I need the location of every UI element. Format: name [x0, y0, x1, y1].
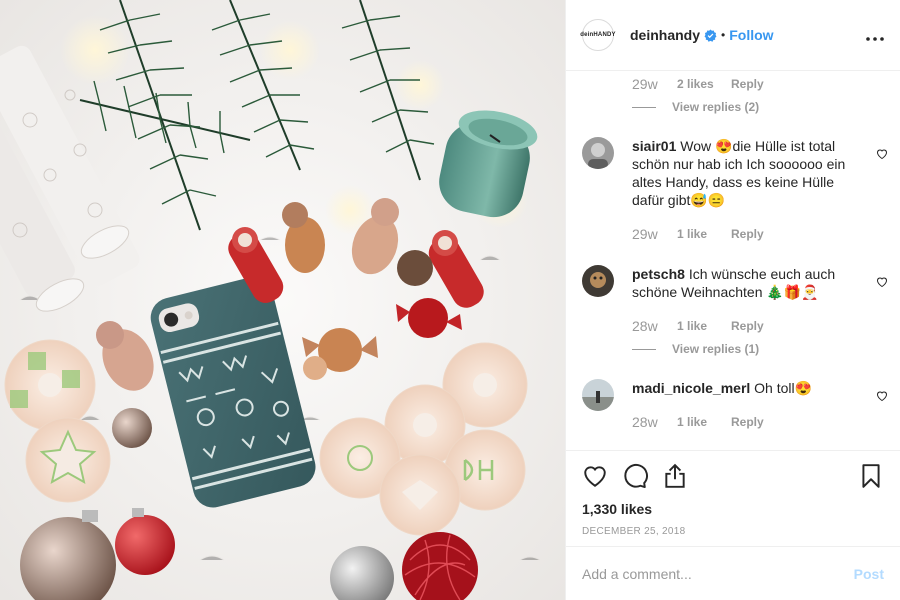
comment-likes[interactable]: 1 like	[677, 319, 731, 333]
comment-item: petsch8 Ich wünsche euch auch schöne Wei…	[582, 265, 888, 356]
comment-body: Oh toll😍	[754, 380, 813, 396]
share-icon[interactable]	[662, 463, 688, 489]
comment-like-heart-icon[interactable]	[876, 147, 888, 160]
reply-button[interactable]: Reply	[731, 415, 764, 429]
comment-text: petsch8 Ich wünsche euch auch schöne Wei…	[632, 265, 888, 301]
comment-meta: 28w 1 like Reply	[632, 414, 888, 430]
comments-list[interactable]: 29w 2 likes Reply View replies (2) siair…	[566, 72, 900, 449]
post-comment-button[interactable]: Post	[854, 566, 884, 582]
view-replies-button[interactable]: View replies (2)	[632, 100, 764, 114]
follow-button[interactable]: Follow	[729, 27, 773, 43]
comment-icon[interactable]	[622, 463, 648, 489]
comment-time[interactable]: 28w	[632, 414, 677, 430]
replies-divider	[632, 106, 656, 108]
view-replies-button[interactable]: View replies (1)	[632, 342, 888, 356]
comment-time[interactable]: 29w	[632, 76, 677, 92]
view-replies-label: View replies (1)	[672, 342, 760, 356]
avatar[interactable]	[582, 265, 614, 297]
post-header: deinHANDY deinhandy • Follow	[566, 0, 900, 71]
reply-button[interactable]: Reply	[731, 77, 764, 91]
action-icons	[566, 451, 900, 491]
heart-icon[interactable]	[582, 463, 608, 489]
comment-text: siair01 Wow 😍die Hülle ist total schön n…	[632, 137, 888, 209]
comment-likes[interactable]: 1 like	[677, 415, 731, 429]
comment-time[interactable]: 29w	[632, 226, 677, 242]
view-replies-label: View replies (2)	[672, 100, 760, 114]
comment-meta: 28w 1 like Reply	[632, 318, 888, 334]
comment-text: madi_nicole_merl Oh toll😍	[632, 379, 888, 397]
account-avatar[interactable]: deinHANDY	[580, 19, 616, 51]
post-actions: 1,330 likes DECEMBER 25, 2018	[566, 450, 900, 546]
comment-like-heart-icon[interactable]	[876, 389, 888, 402]
comment-likes[interactable]: 1 like	[677, 227, 731, 241]
comment-meta: 29w 2 likes Reply	[632, 76, 764, 92]
comment-item: madi_nicole_merl Oh toll😍 28w 1 like Rep…	[582, 379, 888, 430]
comment-item: 29w 2 likes Reply View replies (2)	[632, 76, 764, 114]
post-image[interactable]	[0, 0, 565, 600]
verified-badge-icon	[704, 29, 717, 42]
comment-meta: 29w 1 like Reply	[632, 226, 888, 242]
comment-username[interactable]: madi_nicole_merl	[632, 380, 750, 396]
avatar[interactable]	[582, 137, 614, 169]
more-options-icon[interactable]	[866, 25, 884, 46]
avatar[interactable]	[582, 379, 614, 411]
replies-divider	[632, 348, 656, 350]
reply-button[interactable]: Reply	[731, 319, 764, 333]
account-username[interactable]: deinhandy	[630, 27, 700, 43]
add-comment-bar: Post	[566, 546, 900, 600]
comment-likes[interactable]: 2 likes	[677, 77, 731, 91]
comment-username[interactable]: petsch8	[632, 266, 685, 282]
likes-count[interactable]: 1,330 likes	[566, 491, 900, 517]
comment-time[interactable]: 28w	[632, 318, 677, 334]
reply-button[interactable]: Reply	[731, 227, 764, 241]
comment-item: siair01 Wow 😍die Hülle ist total schön n…	[582, 137, 888, 242]
post-date[interactable]: DECEMBER 25, 2018	[566, 517, 900, 537]
comment-like-heart-icon[interactable]	[876, 275, 888, 288]
comment-username[interactable]: siair01	[632, 138, 676, 154]
post-sidebar: deinHANDY deinhandy • Follow 29w 2 likes…	[565, 0, 900, 600]
comment-input[interactable]	[582, 565, 854, 582]
bookmark-icon[interactable]	[858, 463, 884, 489]
separator-dot: •	[721, 28, 726, 42]
